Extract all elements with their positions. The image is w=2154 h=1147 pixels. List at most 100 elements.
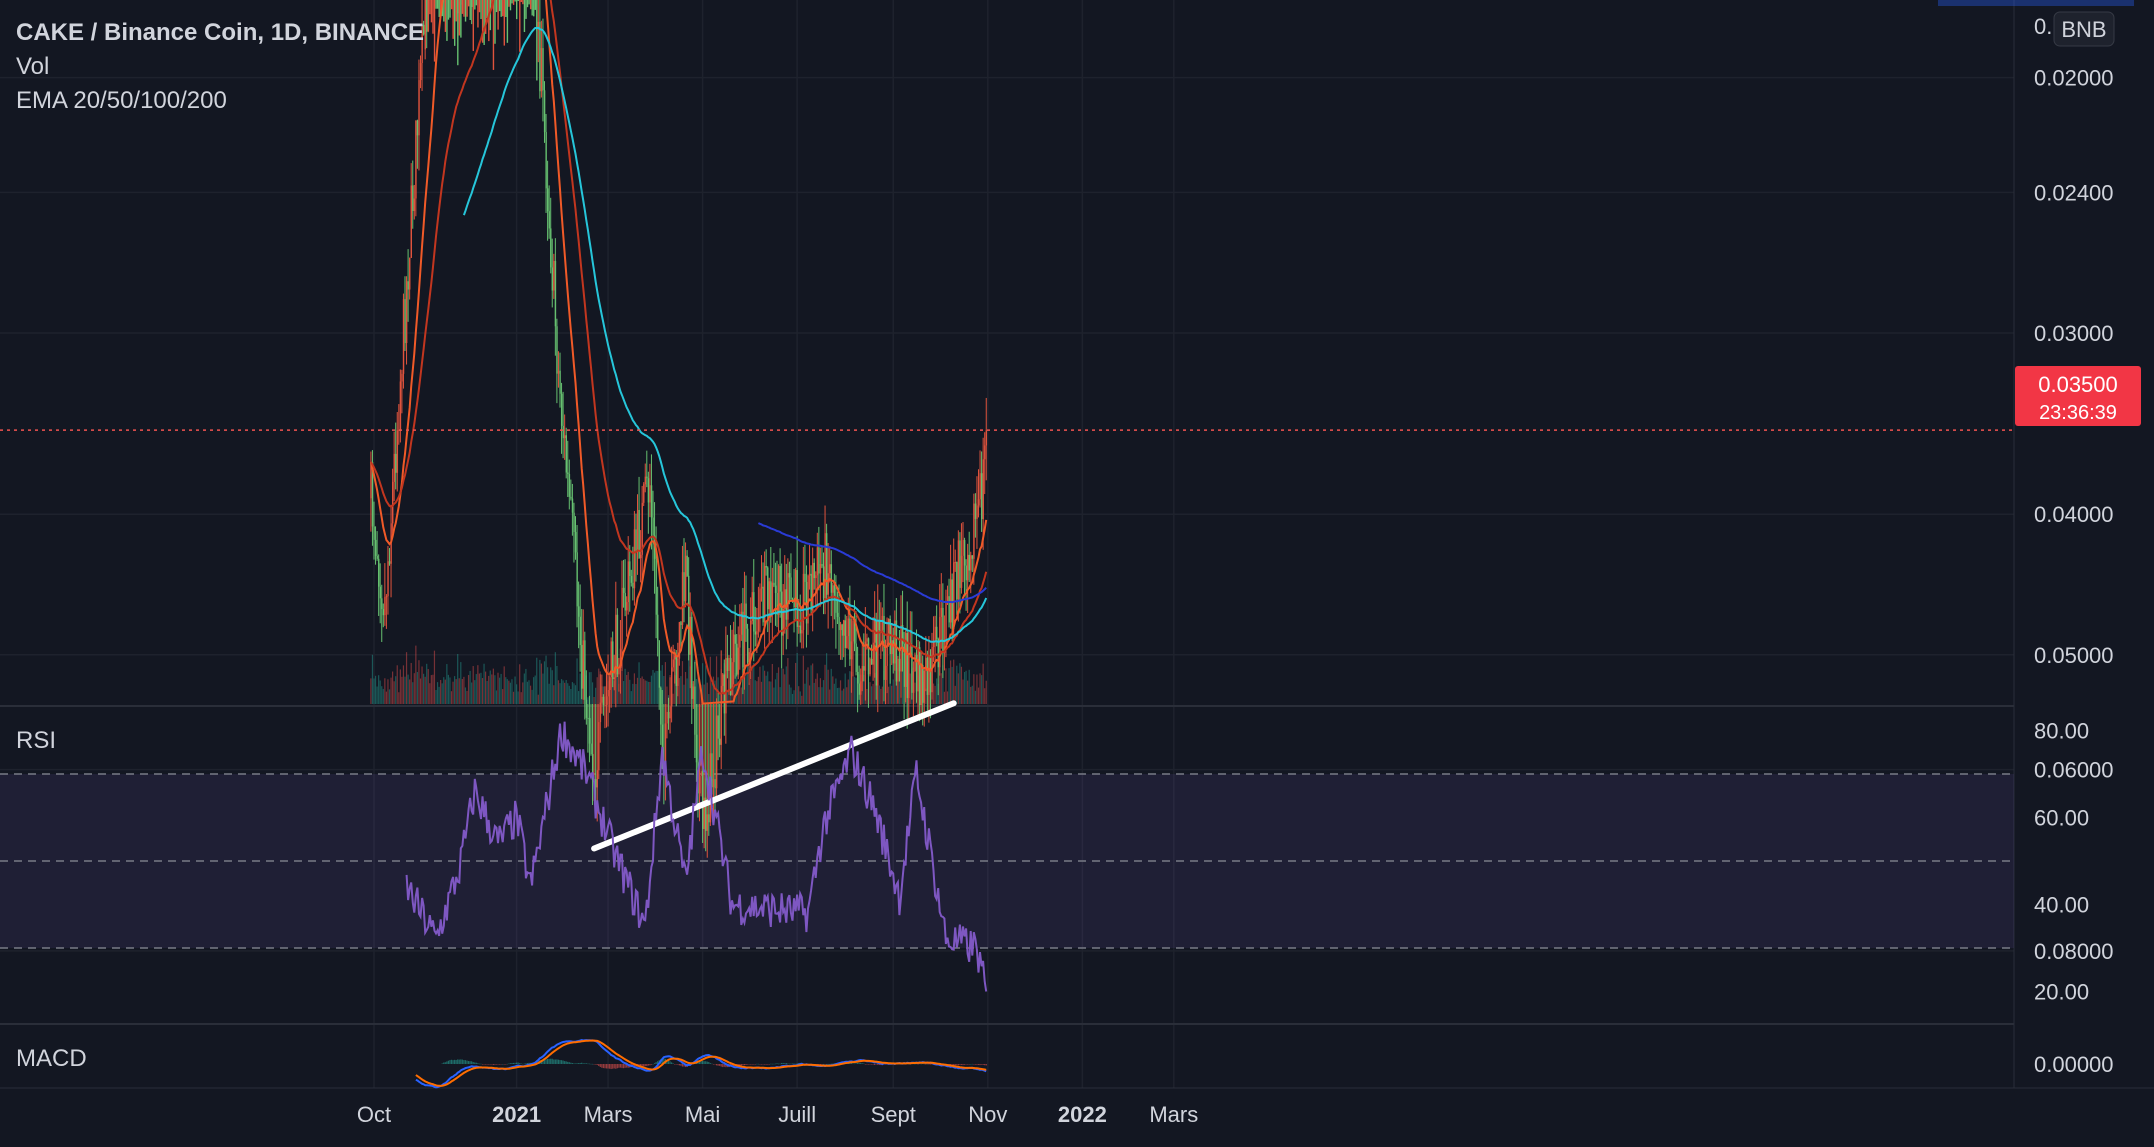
volume-bar [936, 678, 938, 704]
candle-body [965, 565, 967, 581]
volume-bar [985, 680, 987, 704]
candle-body [576, 552, 578, 607]
candle-body [556, 326, 558, 374]
volume-bar [516, 684, 518, 704]
volume-bar [746, 665, 749, 704]
candle-body [867, 638, 870, 675]
volume-bar [951, 666, 953, 704]
candle-body [852, 620, 854, 642]
candle-body [547, 188, 549, 212]
candle-body [443, 0, 445, 22]
candle-body [808, 573, 811, 576]
volume-bar [531, 689, 533, 704]
candle-body [373, 526, 375, 540]
time-tick-label: Sept [871, 1102, 916, 1127]
candle-body [733, 634, 735, 663]
macd-histogram-bar [585, 1063, 587, 1064]
volume-bar [576, 658, 578, 704]
macd-histogram-bar [968, 1064, 970, 1065]
volume-bar [771, 663, 773, 704]
macd-histogram-bar [551, 1058, 553, 1064]
volume-bar [965, 670, 967, 704]
macd-histogram-bar [526, 1063, 529, 1064]
candle-body [585, 699, 588, 718]
volume-bar [545, 655, 547, 704]
candle-body [675, 655, 678, 686]
candle-body [810, 573, 812, 611]
volume-bar [450, 691, 453, 704]
macd-tick-label: 0.00000 [2034, 1052, 2114, 1077]
macd-histogram-bar [461, 1059, 463, 1064]
time-axis[interactable]: Oct 2021 Mars Mai Juill Sept Nov 2022 Mars [357, 1102, 1198, 1127]
price-tick-label: 0.08000 [2034, 939, 2114, 964]
macd-histogram-bar [853, 1063, 856, 1065]
macd-histogram-bar [650, 1064, 653, 1065]
volume-bar [909, 673, 911, 704]
macd-histogram-bar [796, 1063, 798, 1064]
macd-histogram-bar [877, 1064, 879, 1065]
macd-histogram-bar [974, 1064, 976, 1065]
macd-histogram-bar [714, 1064, 716, 1065]
volume-bar [415, 645, 417, 704]
macd-histogram-bar [481, 1064, 484, 1065]
macd-histogram-bar [791, 1063, 794, 1065]
candle-body [702, 771, 704, 829]
candle-body [536, 0, 538, 81]
macd-histogram-bar [517, 1062, 519, 1064]
macd-histogram-bar [446, 1061, 448, 1064]
volume-bar [802, 655, 804, 704]
candle-body [768, 581, 771, 610]
candle-body [500, 0, 502, 17]
chart-canvas[interactable]: CAKE / Binance Coin, 1D, BINANCE Vol EMA… [0, 0, 2154, 1142]
candle-body [466, 0, 468, 17]
macd-histogram-bar [971, 1063, 973, 1065]
candle-body [471, 0, 473, 8]
macd-histogram-bar [584, 1063, 586, 1064]
candle-body [564, 435, 566, 439]
volume-bar [393, 681, 395, 704]
candle-body [843, 620, 845, 636]
macd-histogram-bar [979, 1064, 981, 1066]
volume-bar [776, 672, 778, 704]
macd-histogram-bar [548, 1058, 550, 1064]
macd-histogram-bar [579, 1063, 581, 1064]
volume-bar [395, 676, 397, 704]
volume-bar [714, 680, 716, 704]
volume-bar [522, 682, 524, 704]
macd-histogram-bar [963, 1064, 966, 1065]
volume-bar [374, 675, 377, 704]
macd-histogram-bar [672, 1063, 674, 1064]
candle-body [433, 0, 436, 62]
volume-bar [405, 652, 408, 704]
candle-body [847, 618, 850, 637]
macd-histogram-bar [567, 1061, 569, 1064]
volume-bar [795, 662, 797, 704]
candle-body [658, 640, 660, 688]
volume-bar [621, 670, 623, 704]
candle-body [601, 696, 603, 703]
rsi-tick-label: 40.00 [2034, 893, 2089, 918]
macd-histogram-bar [821, 1064, 823, 1065]
volume-bar [703, 684, 705, 704]
candle-body [681, 572, 684, 626]
candle-body [880, 629, 882, 631]
volume-bar [475, 674, 477, 704]
volume-bar [426, 663, 428, 704]
macd-histogram-bar [622, 1064, 625, 1069]
macd-histogram-bar [923, 1063, 925, 1065]
candle-body [759, 588, 761, 619]
candle-body [929, 655, 932, 693]
candle-body [875, 619, 877, 686]
macd-histogram-bar [506, 1063, 508, 1065]
candle-body [725, 658, 727, 714]
macd-histogram-bar [570, 1062, 572, 1064]
volume-bar [855, 677, 857, 704]
candle-body [632, 582, 634, 589]
volume-bar [398, 692, 400, 704]
candle-body [596, 770, 598, 788]
volume-bar [591, 682, 594, 704]
currency-badge-label: BNB [2061, 17, 2106, 42]
volume-bar [959, 663, 961, 704]
macd-histogram-bar [953, 1064, 955, 1066]
volume-bar [804, 683, 806, 704]
